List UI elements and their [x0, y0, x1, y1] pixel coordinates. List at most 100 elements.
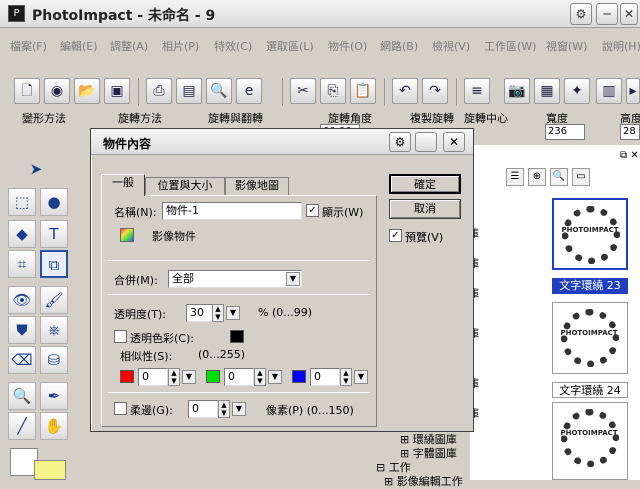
browser-icon[interactable]: e [236, 78, 262, 104]
thumbnail-label[interactable]: 文字環繞 23 [552, 278, 628, 294]
panel-restore-icon[interactable]: ⧉ ✕ [620, 150, 639, 161]
crop-tool-icon[interactable]: ⌗ [8, 250, 36, 278]
cancel-button[interactable]: 取消 [389, 199, 461, 219]
menu-workspace[interactable]: 工作區(W) [484, 38, 536, 54]
merge-select[interactable]: 全部 [168, 270, 302, 288]
camera-icon[interactable]: 📷 [504, 78, 530, 104]
tab-general[interactable]: 一般 [101, 174, 145, 196]
chevron-down-icon[interactable]: ▼ [286, 272, 300, 286]
menu-edit[interactable]: 編輯(E) [60, 38, 98, 54]
thumbnail-text-wrap-24[interactable]: PHOTOIMPACT [552, 402, 628, 480]
preview-checkbox[interactable]: ✓ [389, 229, 402, 242]
undo-icon[interactable]: ↶ [392, 78, 418, 104]
soft-edge-input[interactable]: 0 [188, 400, 218, 418]
panel-preview-icon[interactable]: ▭ [572, 168, 590, 186]
transparent-color-checkbox[interactable] [114, 330, 127, 343]
menu-view[interactable]: 檢視(V) [432, 38, 470, 54]
dialog-help-button[interactable] [415, 132, 437, 152]
thumbnail-text-wrap[interactable]: PHOTOIMPACT [552, 302, 628, 374]
shape-tool-icon[interactable]: ● [40, 188, 68, 216]
transform-tool-icon[interactable]: ⧉ [40, 250, 68, 278]
chevron-down-icon[interactable]: ▼ [354, 370, 368, 384]
panel-add-icon[interactable]: ⊕ [528, 168, 546, 186]
pick-tool-icon[interactable]: ➤ [22, 156, 50, 184]
new-file-icon[interactable]: 🗋 [14, 78, 40, 104]
blue-stepper[interactable]: ▲ ▼ [340, 368, 352, 386]
cut-icon[interactable]: ✂ [290, 78, 316, 104]
blue-input[interactable]: 0 [310, 368, 340, 386]
text-tool-icon[interactable]: T [40, 220, 68, 248]
menu-window[interactable]: 視窗(W) [546, 38, 587, 54]
paint-brush-icon[interactable]: 🖌 [40, 286, 68, 314]
copy-icon[interactable]: ⎘ [320, 78, 346, 104]
photoimpact-icon: P [8, 5, 25, 22]
chevron-down-icon[interactable]: ▼ [232, 402, 246, 416]
tree-item-image-edit[interactable]: ⊞ 影像編輯工作 [384, 473, 463, 489]
menu-adjust[interactable]: 調整(A) [110, 38, 148, 54]
tab-position-size[interactable]: 位置與大小 [145, 177, 225, 195]
zoom-tool-icon[interactable]: 🔍 [8, 382, 36, 410]
transparent-color-label: 透明色彩(C): [130, 332, 194, 345]
redo-icon[interactable]: ↷ [422, 78, 448, 104]
open-folder-icon[interactable]: 📂 [74, 78, 100, 104]
chevron-down-icon[interactable]: ▼ [182, 370, 196, 384]
soft-edge-label: 柔邊(G): [130, 404, 173, 417]
soft-edge-stepper[interactable]: ▲ ▼ [218, 400, 230, 418]
standard-toolbar: 🗋 ◉ 📂 ▣ ⎙ ▤ 🔍 e ✂ ⎘ 📋 ↶ ↷ ≡ 📷 ▦ ✦ ▥ ▸ [0, 74, 640, 110]
dialog-close-button[interactable]: ✕ [443, 132, 465, 152]
width-input[interactable]: 236 [545, 124, 585, 140]
menu-object[interactable]: 物件(O) [328, 38, 367, 54]
green-stepper[interactable]: ▲ ▼ [254, 368, 266, 386]
menu-effect[interactable]: 特效(C) [214, 38, 252, 54]
panel-search-icon[interactable]: 🔍 [550, 168, 568, 186]
menu-web[interactable]: 網路(B) [380, 38, 418, 54]
show-checkbox[interactable]: ✓ [306, 204, 319, 217]
tab-image-map[interactable]: 影像地圖 [225, 177, 289, 195]
menu-photo[interactable]: 相片(P) [162, 38, 199, 54]
panel-list-icon[interactable]: ☰ [506, 168, 524, 186]
green-input[interactable]: 0 [224, 368, 254, 386]
thumbnail-label[interactable]: 文字環繞 24 [552, 382, 628, 398]
paste-icon[interactable]: 📋 [350, 78, 376, 104]
ok-button[interactable]: 確定 [389, 174, 461, 194]
transparency-stepper[interactable]: ▲ ▼ [212, 304, 224, 322]
transparent-color-swatch[interactable] [230, 330, 244, 343]
print-preview-icon[interactable]: 🔍 [206, 78, 232, 104]
histogram-icon[interactable]: ▥ [596, 78, 622, 104]
settings-icon[interactable]: ⚙ [570, 3, 592, 25]
minimize-button[interactable]: ─ [596, 3, 618, 25]
menu-file[interactable]: 檔案(F) [10, 38, 47, 54]
close-button[interactable]: ✕ [620, 3, 638, 25]
new-web-icon[interactable]: ◉ [44, 78, 70, 104]
thumbnail-text-wrap-23[interactable]: PHOTOIMPACT [552, 198, 628, 270]
thumb-ring-text: PHOTOIMPACT [561, 226, 619, 234]
menu-help[interactable]: 說明(H) [602, 38, 640, 54]
path-tool-icon[interactable]: ◆ [8, 220, 36, 248]
menu-selection[interactable]: 選取區(L) [266, 38, 314, 54]
enhance-icon[interactable]: ✦ [564, 78, 590, 104]
eraser-tool-icon[interactable]: ⌫ [8, 346, 36, 374]
clone-tool-icon[interactable]: ⎈ [40, 316, 68, 344]
chevron-down-icon[interactable]: ▼ [268, 370, 282, 384]
red-stepper[interactable]: ▲ ▼ [168, 368, 180, 386]
layer-icon[interactable]: ≡ [464, 78, 490, 104]
scan-icon[interactable]: ▤ [176, 78, 202, 104]
line-tool-icon[interactable]: ╱ [8, 412, 36, 440]
stamp-tool-icon[interactable]: ⛊ [8, 316, 36, 344]
chevron-down-icon[interactable]: ▼ [226, 306, 240, 320]
red-input[interactable]: 0 [138, 368, 168, 386]
dialog-settings-icon[interactable]: ⚙ [389, 132, 411, 152]
more-icon[interactable]: ▸ [626, 78, 640, 104]
marquee-tool-icon[interactable]: ⬚ [8, 188, 36, 216]
hand-tool-icon[interactable]: ✋ [40, 412, 68, 440]
soft-edge-checkbox[interactable] [114, 402, 127, 415]
name-input[interactable]: 物件-1 [162, 202, 302, 220]
save-icon[interactable]: ▣ [104, 78, 130, 104]
redeye-tool-icon[interactable]: 👁 [8, 286, 36, 314]
fill-tool-icon[interactable]: ⛁ [40, 346, 68, 374]
eyedropper-tool-icon[interactable]: ✒ [40, 382, 68, 410]
height-input[interactable]: 28 [620, 124, 640, 140]
print-icon[interactable]: ⎙ [146, 78, 172, 104]
background-color[interactable] [34, 460, 66, 480]
image-icon[interactable]: ▦ [534, 78, 560, 104]
